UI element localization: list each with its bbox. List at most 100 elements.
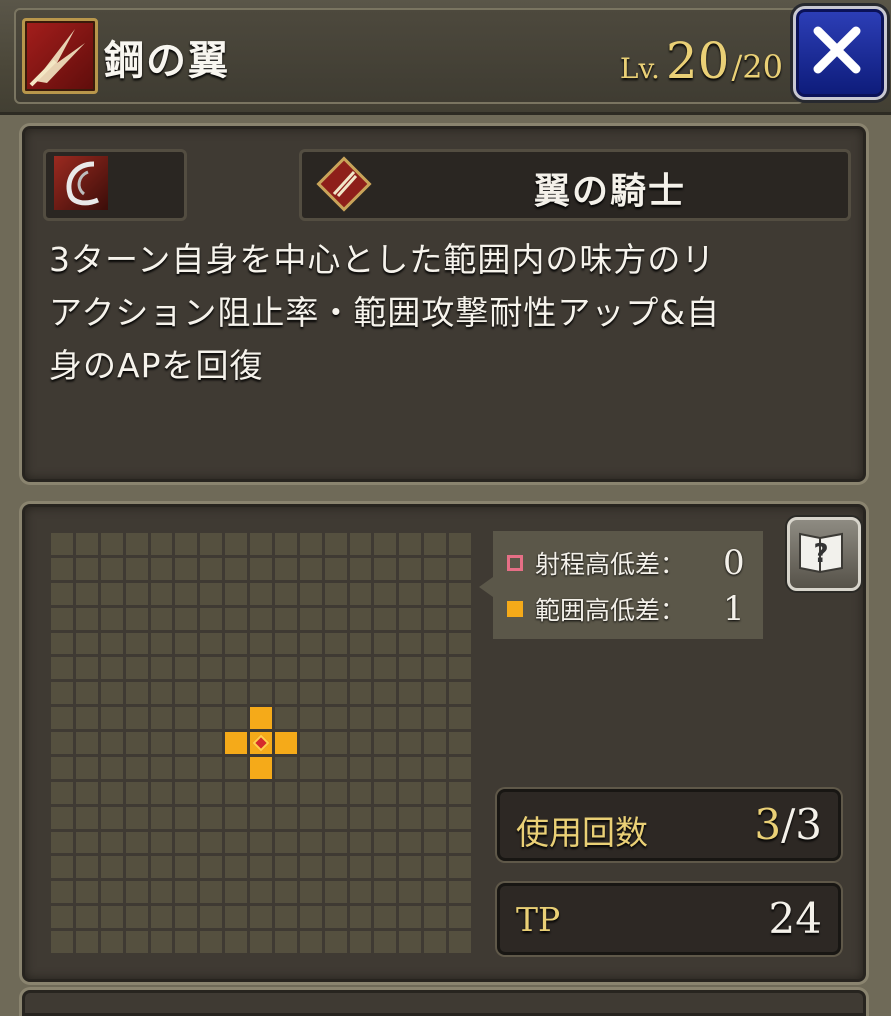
grid-cell (225, 632, 248, 655)
grid-cell (175, 831, 198, 854)
grid-cell (225, 756, 248, 779)
grid-cell (51, 732, 73, 754)
grid-cell (125, 881, 148, 904)
grid-cell (200, 557, 223, 580)
grid-cell (274, 806, 297, 829)
grid-cell (150, 582, 173, 605)
close-button[interactable] (793, 6, 887, 100)
grid-cell (324, 806, 347, 829)
grid-cell (75, 732, 98, 754)
grid-cell (200, 881, 223, 904)
grid-cell (51, 781, 73, 804)
grid-cell (51, 931, 73, 953)
description-line: 身のAPを回復 (49, 346, 264, 385)
area-marker-icon (507, 601, 523, 617)
skill-level: Lv. 20 /20 (620, 32, 783, 92)
help-book-icon: ? (799, 532, 843, 574)
grid-cell (175, 906, 198, 929)
grid-cell (75, 781, 98, 804)
grid-cell (399, 533, 422, 555)
grid-cell (200, 607, 223, 630)
grid-cell (324, 931, 347, 953)
grid-cell (200, 582, 223, 605)
grid-cell (324, 607, 347, 630)
legend-area-value: 1 (723, 589, 745, 629)
grid-cell (299, 707, 322, 730)
grid-cell (349, 533, 372, 555)
grid-cell (125, 931, 148, 953)
grid-cell (374, 806, 397, 829)
uses-current: 3 (754, 800, 782, 849)
grid-cell (299, 607, 322, 630)
grid-cell (175, 806, 198, 829)
grid-cell (75, 607, 98, 630)
height-legend: 射程高低差： 0 範囲高低差： 1 (479, 531, 763, 639)
grid-cell (75, 707, 98, 730)
grid-cell (200, 732, 223, 754)
grid-cell (374, 557, 397, 580)
grid-cell-area (225, 732, 248, 754)
grid-cell (299, 557, 322, 580)
uses-count-box: 使用回数 3/3 (497, 789, 841, 861)
level-prefix: Lv. (619, 52, 660, 85)
grid-cell (250, 632, 272, 655)
grid-cell (175, 707, 198, 730)
grid-cell (51, 557, 73, 580)
grid-cell (299, 682, 322, 705)
grid-cell (225, 906, 248, 929)
grid-cell (349, 682, 372, 705)
grid-cell (299, 881, 322, 904)
grid-cell (225, 781, 248, 804)
grid-cell (200, 682, 223, 705)
grid-cell (51, 657, 73, 680)
grid-cell-area (250, 707, 272, 730)
grid-cell (125, 806, 148, 829)
grid-cell (75, 931, 98, 953)
physical-slash-icon (22, 18, 98, 94)
grid-cell (449, 756, 471, 779)
grid-cell (225, 881, 248, 904)
grid-cell (349, 856, 372, 879)
grid-cell (424, 756, 447, 779)
grid-cell (424, 732, 447, 754)
uses-max: /3 (781, 800, 822, 849)
grid-cell (75, 756, 98, 779)
next-panel-edge (22, 990, 866, 1016)
grid-cell (175, 931, 198, 953)
grid-cell (324, 756, 347, 779)
grid-cell (225, 931, 248, 953)
skill-name: 鋼の翼 (104, 38, 230, 84)
legend-range-row: 射程高低差： 0 (507, 543, 745, 583)
grid-cell (449, 632, 471, 655)
grid-cell (100, 781, 123, 804)
grid-cell (399, 831, 422, 854)
grid-cell (399, 806, 422, 829)
grid-cell (175, 533, 198, 555)
grid-cell (374, 756, 397, 779)
grid-cell (75, 906, 98, 929)
grid-cell (150, 533, 173, 555)
grid-cell (299, 931, 322, 953)
range-grid (51, 533, 471, 953)
grid-cell (175, 682, 198, 705)
grid-cell (374, 906, 397, 929)
grid-cell (399, 607, 422, 630)
grid-cell (449, 781, 471, 804)
grid-cell (100, 557, 123, 580)
grid-cell-area (250, 756, 272, 779)
help-button[interactable]: ? (787, 517, 861, 591)
job-name: 翼の騎士 (533, 171, 686, 212)
grid-cell (250, 682, 272, 705)
grid-cell (100, 831, 123, 854)
level-current: 20 (665, 32, 730, 90)
grid-cell (150, 732, 173, 754)
grid-cell (374, 582, 397, 605)
grid-cell (324, 557, 347, 580)
grid-cell (75, 881, 98, 904)
grid-cell (225, 607, 248, 630)
grid-cell (200, 931, 223, 953)
grid-cell (374, 831, 397, 854)
grid-cell (324, 881, 347, 904)
grid-cell (250, 806, 272, 829)
grid-cell (125, 756, 148, 779)
